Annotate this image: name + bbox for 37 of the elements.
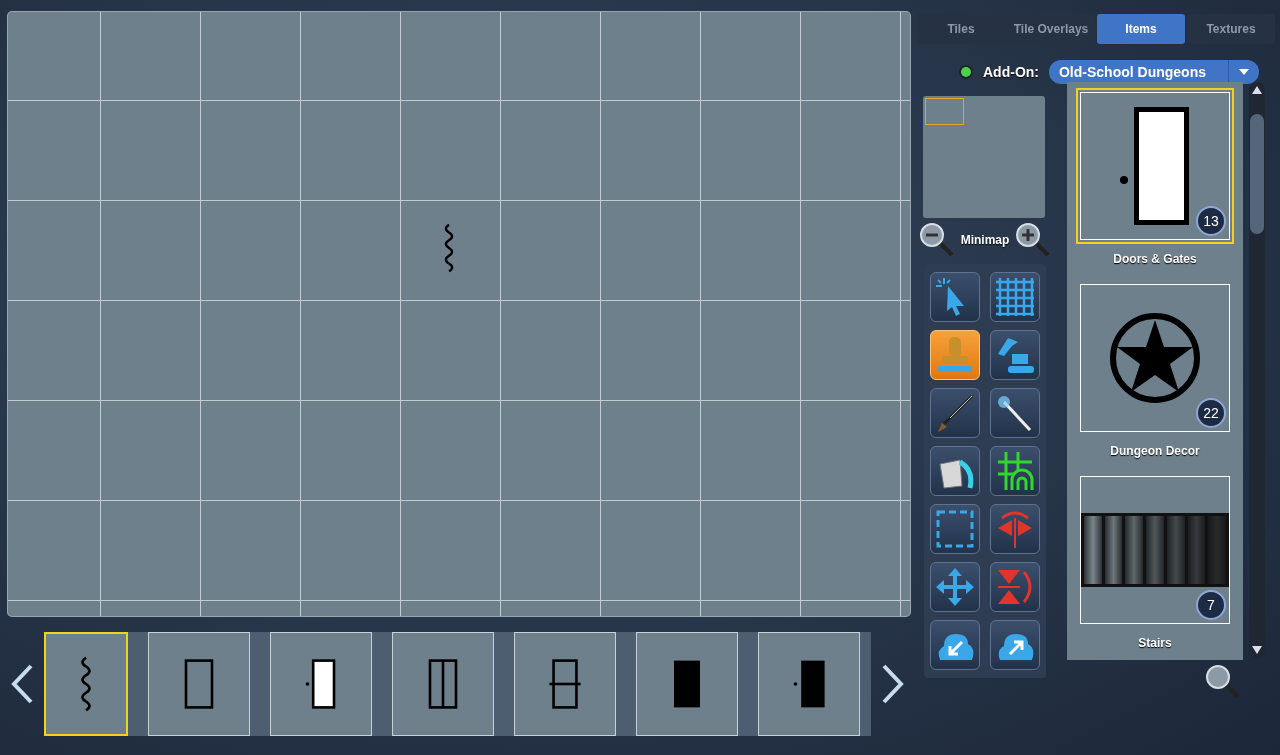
- category-card[interactable]: 13: [1076, 88, 1234, 244]
- item-thumbnail[interactable]: [269, 632, 372, 736]
- count-badge: 22: [1196, 398, 1226, 428]
- grid-icon: [994, 276, 1036, 318]
- item-thumbnail[interactable]: [391, 632, 494, 736]
- tool-button[interactable]: [930, 620, 980, 670]
- item-thumbnail[interactable]: [43, 632, 128, 736]
- tab[interactable]: Tiles: [917, 14, 1005, 44]
- category-label: Dungeon Decor: [1110, 444, 1200, 458]
- caret-icon: [1239, 69, 1249, 75]
- dashed-selection-icon: [934, 508, 976, 550]
- scroll-down-icon[interactable]: [1252, 646, 1262, 654]
- move-arrows-icon: [934, 566, 976, 608]
- zoom-in-icon[interactable]: [1015, 222, 1052, 258]
- item-thumbnail[interactable]: [513, 632, 616, 736]
- item-thumbnail[interactable]: [635, 632, 738, 736]
- scroll-thumb[interactable]: [1250, 114, 1264, 234]
- search-icon[interactable]: [1205, 664, 1241, 700]
- tool-button[interactable]: [990, 446, 1040, 496]
- scroll-up-icon[interactable]: [1252, 86, 1262, 94]
- addon-dropdown[interactable]: Old-School Dungeons: [1049, 60, 1259, 84]
- item-thumbnail[interactable]: [757, 632, 860, 736]
- category-label: Stairs: [1138, 636, 1172, 650]
- minimap-label: Minimap: [960, 233, 1010, 247]
- tool-button[interactable]: [990, 620, 1040, 670]
- tab[interactable]: Textures: [1187, 14, 1275, 44]
- scrollbar[interactable]: [1249, 82, 1265, 658]
- star-circle-icon: [1109, 312, 1201, 404]
- category-label: Doors & Gates: [1113, 252, 1197, 266]
- tool-button[interactable]: [930, 446, 980, 496]
- tab[interactable]: Items: [1097, 14, 1185, 44]
- count-badge: 7: [1196, 590, 1226, 620]
- count-badge: 13: [1196, 206, 1226, 236]
- zoom-out-icon[interactable]: [918, 222, 955, 258]
- addon-label: Add-On:: [983, 64, 1039, 80]
- tool-button[interactable]: [990, 388, 1040, 438]
- item-thumbnail[interactable]: [147, 632, 250, 736]
